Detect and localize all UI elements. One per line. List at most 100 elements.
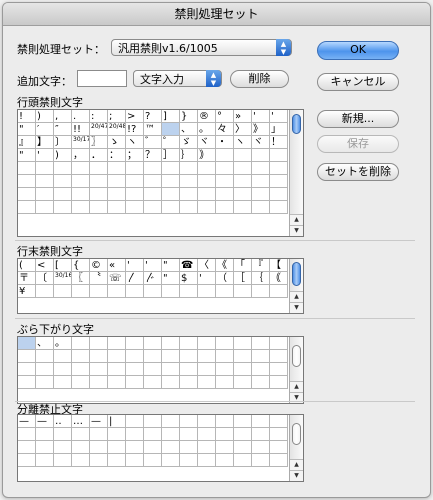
char-cell[interactable] xyxy=(126,454,144,467)
char-cell[interactable] xyxy=(216,175,234,188)
char-cell[interactable] xyxy=(18,376,36,389)
char-cell[interactable] xyxy=(216,201,234,214)
char-cell[interactable] xyxy=(126,162,144,175)
char-cell[interactable] xyxy=(180,201,198,214)
char-cell[interactable] xyxy=(198,285,216,298)
char-cell[interactable] xyxy=(90,337,108,350)
scroll-up-icon[interactable]: ▲ xyxy=(290,291,303,302)
char-cell[interactable] xyxy=(144,162,162,175)
char-cell[interactable]: [ xyxy=(54,259,72,272)
char-cell[interactable] xyxy=(72,428,90,441)
char-cell[interactable] xyxy=(162,201,180,214)
char-cell[interactable] xyxy=(180,162,198,175)
char-cell[interactable]: ・ xyxy=(216,136,234,149)
char-cell[interactable] xyxy=(54,363,72,376)
char-cell[interactable] xyxy=(36,363,54,376)
char-cell[interactable]: ® xyxy=(198,110,216,123)
char-cell[interactable] xyxy=(162,337,180,350)
scroll-down-icon[interactable]: ▼ xyxy=(290,302,303,313)
char-cell[interactable]: 【 xyxy=(270,259,288,272)
char-cell[interactable] xyxy=(198,454,216,467)
char-cell[interactable]: ； xyxy=(126,149,144,162)
char-cell[interactable] xyxy=(36,162,54,175)
char-cell[interactable]: ' xyxy=(126,259,144,272)
char-cell[interactable] xyxy=(180,454,198,467)
char-cell[interactable] xyxy=(54,376,72,389)
char-cell[interactable]: ｛ xyxy=(252,272,270,285)
char-cell[interactable] xyxy=(72,441,90,454)
char-cell[interactable] xyxy=(234,350,252,363)
char-cell[interactable] xyxy=(252,415,270,428)
scroll-up-icon[interactable]: ▲ xyxy=(290,381,303,392)
char-cell[interactable] xyxy=(126,415,144,428)
char-cell[interactable] xyxy=(252,428,270,441)
char-cell[interactable]: ヽ xyxy=(234,136,252,149)
char-cell[interactable] xyxy=(36,428,54,441)
char-cell[interactable] xyxy=(162,363,180,376)
nosplit-scrollbar[interactable]: ▲ ▼ xyxy=(289,415,303,481)
char-cell[interactable] xyxy=(234,188,252,201)
char-cell[interactable] xyxy=(180,175,198,188)
char-cell[interactable] xyxy=(180,441,198,454)
char-cell[interactable]: ． xyxy=(90,149,108,162)
tail-scroll-thumb[interactable] xyxy=(292,262,301,286)
char-cell[interactable]: © xyxy=(90,259,108,272)
char-cell[interactable] xyxy=(162,188,180,201)
char-cell[interactable] xyxy=(54,162,72,175)
char-cell[interactable] xyxy=(144,201,162,214)
char-cell[interactable] xyxy=(198,415,216,428)
char-cell[interactable] xyxy=(36,376,54,389)
char-cell[interactable]: 〖 xyxy=(72,272,90,285)
char-cell[interactable]: ｟ xyxy=(270,272,288,285)
char-cell[interactable] xyxy=(72,363,90,376)
char-cell[interactable] xyxy=(252,188,270,201)
char-cell[interactable]: ゝ xyxy=(108,136,126,149)
char-cell[interactable] xyxy=(72,337,90,350)
char-cell[interactable]: 】 xyxy=(36,136,54,149)
char-cell[interactable] xyxy=(162,454,180,467)
char-cell[interactable] xyxy=(270,415,288,428)
char-cell[interactable] xyxy=(198,350,216,363)
char-cell[interactable]: — xyxy=(18,415,36,428)
char-cell[interactable] xyxy=(216,149,234,162)
char-cell[interactable] xyxy=(180,337,198,350)
char-cell[interactable]: } xyxy=(180,110,198,123)
char-cell[interactable] xyxy=(252,285,270,298)
char-cell[interactable]: ☎ xyxy=(180,259,198,272)
char-cell[interactable]: ' xyxy=(252,110,270,123)
char-cell[interactable]: ] xyxy=(162,110,180,123)
scroll-up-icon[interactable]: ▲ xyxy=(290,214,303,225)
char-cell[interactable]: 、 xyxy=(180,123,198,136)
char-cell[interactable] xyxy=(144,441,162,454)
delete-char-button[interactable]: 削除 xyxy=(230,70,289,88)
char-cell[interactable]: 30/17 xyxy=(72,136,90,149)
char-cell[interactable] xyxy=(90,201,108,214)
char-cell[interactable] xyxy=(36,454,54,467)
char-cell[interactable] xyxy=(36,201,54,214)
char-cell[interactable] xyxy=(252,350,270,363)
char-cell[interactable] xyxy=(108,441,126,454)
char-cell[interactable] xyxy=(126,376,144,389)
char-cell[interactable] xyxy=(144,376,162,389)
char-cell[interactable] xyxy=(72,188,90,201)
char-cell[interactable] xyxy=(198,363,216,376)
char-cell[interactable] xyxy=(234,428,252,441)
char-cell[interactable] xyxy=(180,350,198,363)
char-cell[interactable] xyxy=(198,201,216,214)
char-cell[interactable] xyxy=(198,188,216,201)
char-cell[interactable] xyxy=(162,415,180,428)
char-cell[interactable]: ☏ xyxy=(108,272,126,285)
char-cell[interactable] xyxy=(252,201,270,214)
char-cell[interactable]: ］ xyxy=(162,149,180,162)
char-cell[interactable]: ; xyxy=(108,110,126,123)
char-cell[interactable]: ™ xyxy=(144,123,162,136)
char-cell[interactable]: " xyxy=(18,123,36,136)
char-cell[interactable]: > xyxy=(126,110,144,123)
char-cell[interactable] xyxy=(270,162,288,175)
char-cell[interactable] xyxy=(90,285,108,298)
char-cell[interactable] xyxy=(234,441,252,454)
char-cell[interactable] xyxy=(144,188,162,201)
char-cell[interactable] xyxy=(270,454,288,467)
char-cell[interactable] xyxy=(108,201,126,214)
char-cell[interactable] xyxy=(180,428,198,441)
